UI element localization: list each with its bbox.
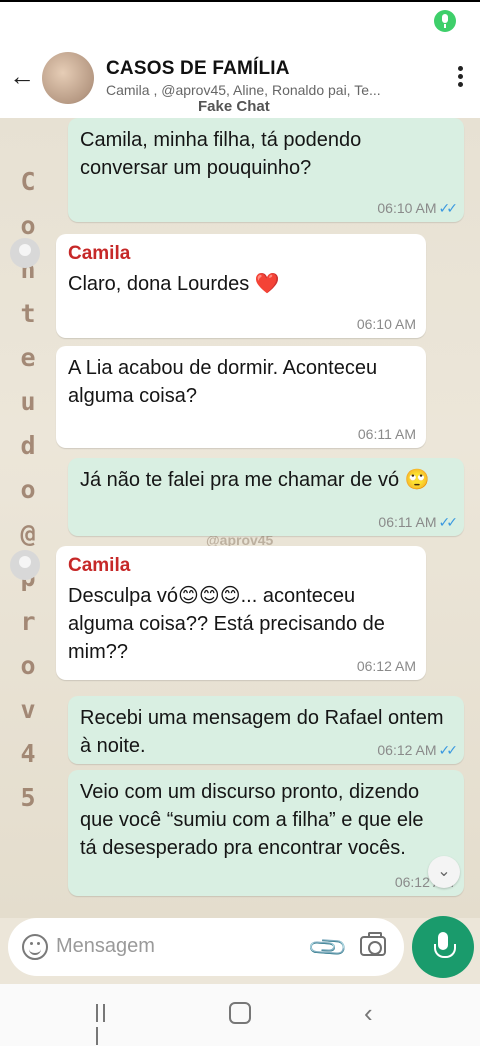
recents-icon[interactable] bbox=[96, 1004, 116, 1045]
group-avatar[interactable] bbox=[42, 52, 94, 104]
message-meta: 06:10 AM ✓✓ bbox=[377, 200, 459, 216]
message-composer: Mensagem 📎 bbox=[0, 916, 480, 984]
chevron-double-down-icon[interactable]: ⌄ bbox=[428, 856, 460, 888]
message-incoming[interactable]: A Lia acabou de dormir. Aconteceu alguma… bbox=[56, 346, 426, 448]
message-incoming[interactable]: Camila Desculpa vó😊😊😊... aconteceu algum… bbox=[56, 546, 426, 680]
message-outgoing[interactable]: Veio com um discurso pronto, dizendo que… bbox=[68, 770, 464, 896]
chat-participants[interactable]: Camila , @aprov45, Aline, Ronaldo pai, T… bbox=[106, 82, 416, 98]
message-text: Camila, minha filha, tá podendo conversa… bbox=[80, 129, 362, 179]
message-meta: 06:10 AM bbox=[357, 316, 416, 332]
watermark-letter: u bbox=[20, 387, 36, 416]
paperclip-icon[interactable]: 📎 bbox=[306, 925, 351, 970]
watermark-letter: d bbox=[20, 431, 36, 460]
watermark-letter: v bbox=[20, 695, 36, 724]
message-input[interactable]: Mensagem 📎 bbox=[8, 918, 404, 976]
watermark-letter: t bbox=[20, 299, 36, 328]
message-text: A Lia acabou de dormir. Aconteceu alguma… bbox=[68, 357, 378, 407]
message-meta: 06:12 AM ✓✓ bbox=[377, 742, 459, 758]
watermark-letter: 4 bbox=[20, 739, 36, 768]
message-time: 06:11 AM bbox=[357, 426, 416, 442]
emoji-icon[interactable] bbox=[22, 934, 48, 960]
arrow-left-icon[interactable]: ← bbox=[8, 62, 36, 90]
sender-avatar[interactable] bbox=[10, 550, 40, 580]
message-time: 06:11 AM bbox=[378, 514, 437, 530]
message-meta: 06:11 AM bbox=[358, 426, 416, 442]
nav-back-icon[interactable]: ‹ bbox=[364, 998, 373, 1029]
watermark-letter: o bbox=[20, 475, 36, 504]
system-navigation-bar: ‹ bbox=[0, 984, 480, 1046]
sender-avatar[interactable] bbox=[10, 238, 40, 268]
message-incoming[interactable]: Camila Claro, dona Lourdes ❤️ 06:10 AM bbox=[56, 234, 426, 338]
watermark-letter: C bbox=[20, 167, 36, 196]
message-outgoing[interactable]: Recebi uma mensagem do Rafael ontem à no… bbox=[68, 696, 464, 764]
kebab-menu-icon[interactable] bbox=[456, 66, 464, 92]
message-outgoing[interactable]: Já não te falei pra me chamar de vó 🙄 06… bbox=[68, 458, 464, 536]
read-ticks-icon: ✓✓ bbox=[438, 200, 459, 216]
microphone-icon[interactable] bbox=[412, 916, 474, 978]
message-text: Desculpa vó😊😊😊... aconteceu alguma coisa… bbox=[68, 585, 385, 663]
message-outgoing[interactable]: Camila, minha filha, tá podendo conversa… bbox=[68, 118, 464, 222]
message-meta: 06:11 AM ✓✓ bbox=[378, 514, 459, 530]
watermark-letter: e bbox=[20, 343, 36, 372]
message-time: 06:10 AM bbox=[377, 200, 437, 216]
chat-header: ← CASOS DE FAMÍLIA Camila , @aprov45, Al… bbox=[0, 40, 480, 118]
camera-icon[interactable] bbox=[360, 932, 386, 956]
watermark-letter: 5 bbox=[20, 783, 36, 812]
read-ticks-icon: ✓✓ bbox=[438, 514, 459, 530]
sender-name[interactable]: Camila bbox=[68, 554, 414, 578]
mic-active-icon bbox=[434, 10, 456, 32]
chat-area[interactable]: C o n t e u d o @ p r o v 4 5 @aprov45 C… bbox=[0, 118, 480, 918]
message-text: Já não te falei pra me chamar de vó 🙄 bbox=[80, 469, 430, 491]
home-icon[interactable] bbox=[229, 1002, 251, 1024]
message-meta: 06:12 AM bbox=[357, 658, 416, 674]
status-bar bbox=[0, 0, 480, 40]
message-time: 06:12 AM bbox=[356, 658, 416, 674]
sender-name[interactable]: Camila bbox=[68, 242, 414, 266]
chat-title[interactable]: CASOS DE FAMÍLIA bbox=[106, 58, 290, 80]
watermark-letter: r bbox=[20, 607, 36, 636]
read-ticks-icon: ✓✓ bbox=[438, 742, 459, 758]
message-time: 06:12 AM bbox=[377, 742, 437, 758]
message-text: Veio com um discurso pronto, dizendo que… bbox=[80, 781, 424, 859]
message-time: 06:10 AM bbox=[356, 316, 416, 332]
message-placeholder[interactable]: Mensagem bbox=[56, 935, 155, 958]
message-text: Claro, dona Lourdes ❤️ bbox=[68, 273, 280, 295]
fake-chat-label: Fake Chat bbox=[198, 98, 270, 115]
watermark-letter: o bbox=[20, 651, 36, 680]
